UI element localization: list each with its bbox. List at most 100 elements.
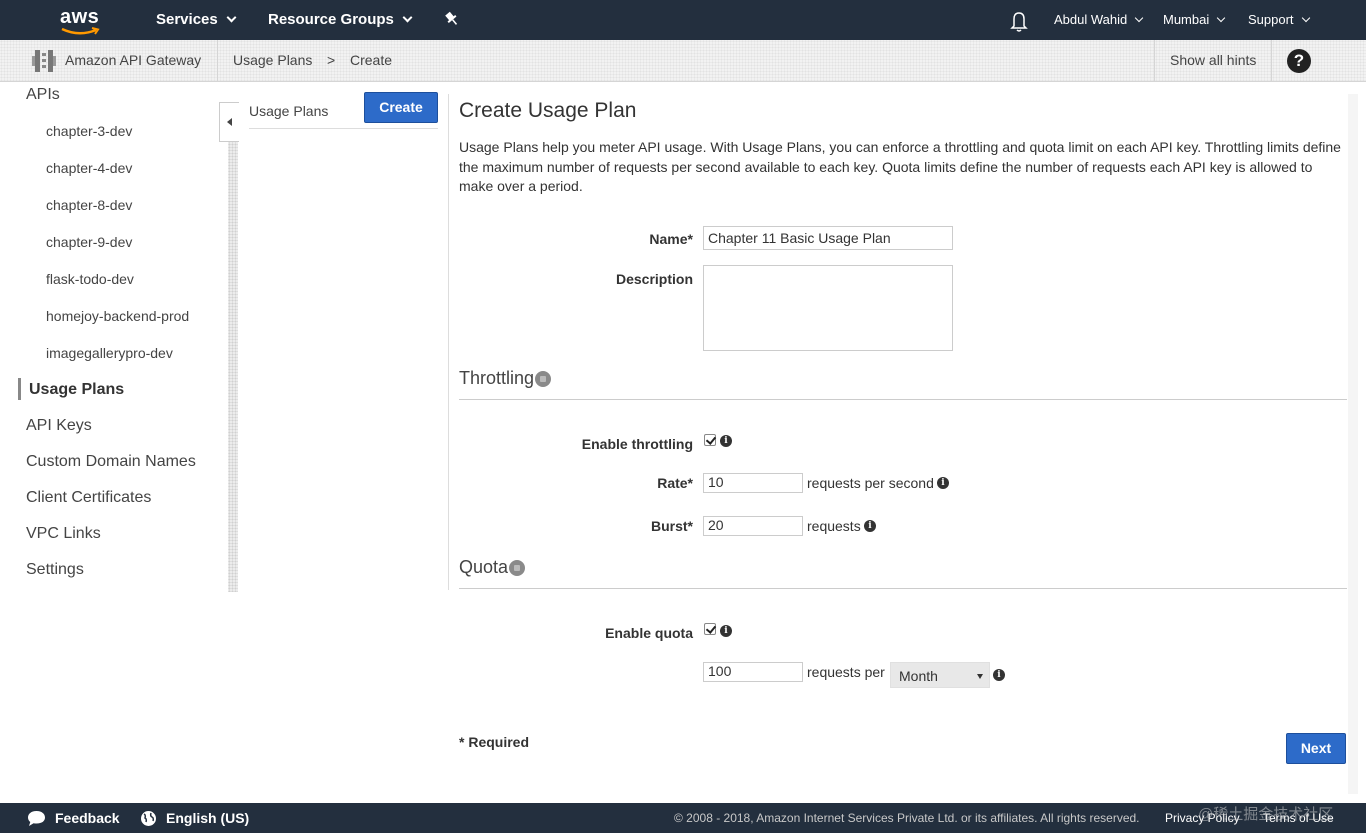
footer: Feedback English (US) © 2008 - 2018, Ama… <box>0 803 1366 833</box>
sidebar-api-flask-todo-dev[interactable]: flask-todo-dev <box>46 271 134 287</box>
copyright-text: © 2008 - 2018, Amazon Internet Services … <box>674 811 1140 825</box>
enable-throttling-label: Enable throttling <box>581 436 693 452</box>
rate-label: Rate* <box>657 475 693 491</box>
divider <box>1154 40 1155 81</box>
chevron-down-icon <box>402 12 413 23</box>
support-menu[interactable]: Support <box>1248 0 1310 40</box>
quota-unit: requests per <box>807 664 885 680</box>
burst-field[interactable] <box>703 516 803 536</box>
services-label: Services <box>156 11 218 28</box>
sidebar-api-chapter-9-dev[interactable]: chapter-9-dev <box>46 234 132 250</box>
rate-field[interactable] <box>703 473 803 493</box>
breadcrumb: Amazon API Gateway Usage Plans > Create … <box>0 40 1366 82</box>
user-name: Abdul Wahid <box>1054 12 1128 27</box>
divider <box>1271 40 1272 81</box>
enable-quota-checkbox[interactable] <box>704 623 716 635</box>
sidebar-item-usage-plans[interactable]: Usage Plans <box>29 381 124 399</box>
region-menu[interactable]: Mumbai <box>1163 0 1226 40</box>
language-selector[interactable]: English (US) <box>166 803 249 833</box>
top-nav: aws Services Resource Groups Abdul Wahid… <box>0 0 1366 40</box>
description-field[interactable] <box>703 265 953 351</box>
divider <box>217 40 218 81</box>
feedback-icon <box>28 811 45 826</box>
info-icon[interactable]: i <box>993 669 1005 681</box>
chevron-down-icon <box>1217 13 1226 23</box>
info-glyph: i <box>724 436 728 446</box>
pin-icon[interactable] <box>444 0 460 40</box>
divider <box>448 94 449 590</box>
aws-smile-icon <box>61 27 100 35</box>
aws-logo-text: aws <box>60 6 100 28</box>
watermark: @稀土掘金技术社区 <box>1198 806 1334 823</box>
active-indicator <box>18 378 21 400</box>
resource-groups-label: Resource Groups <box>268 11 394 28</box>
region-name: Mumbai <box>1163 12 1210 27</box>
help-glyph: ? <box>1293 51 1305 70</box>
burst-unit: requests <box>807 518 861 534</box>
collapse-icon[interactable] <box>509 560 526 576</box>
name-field[interactable] <box>703 226 953 250</box>
notifications-bell-icon[interactable] <box>1010 0 1028 40</box>
quota-limit-field[interactable] <box>703 662 803 682</box>
info-icon[interactable]: i <box>864 520 876 532</box>
support-label: Support <box>1248 12 1294 27</box>
page-description: Usage Plans help you meter API usage. Wi… <box>459 139 1341 194</box>
divider <box>459 588 1347 589</box>
sidebar-api-chapter-4-dev[interactable]: chapter-4-dev <box>46 160 132 176</box>
info-glyph: i <box>868 521 872 531</box>
description-label: Description <box>615 271 693 287</box>
enable-quota-label: Enable quota <box>605 625 693 641</box>
sidebar-api-chapter-3-dev[interactable]: chapter-3-dev <box>46 123 132 139</box>
show-all-hints-button[interactable]: Show all hints <box>1170 40 1256 81</box>
sidebar-item-api-keys[interactable]: API Keys <box>26 417 92 435</box>
breadcrumb-usage-plans[interactable]: Usage Plans <box>233 40 312 81</box>
throttling-section-title: Throttling <box>459 368 552 389</box>
quota-title-text: Quota <box>459 557 509 577</box>
resource-groups-menu[interactable]: Resource Groups <box>268 0 413 40</box>
info-icon[interactable]: i <box>720 435 732 447</box>
quota-section-title: Quota <box>459 557 526 578</box>
sidebar-item-vpc-links[interactable]: VPC Links <box>26 525 101 543</box>
sidebar-api-imagegallerypro-dev[interactable]: imagegallerypro-dev <box>46 345 173 361</box>
sidebar-item-client-certificates[interactable]: Client Certificates <box>26 489 151 507</box>
chevron-down-icon <box>977 674 983 679</box>
collapse-sidebar-button[interactable] <box>219 102 239 142</box>
aws-logo[interactable]: aws <box>58 4 104 36</box>
services-menu[interactable]: Services <box>156 0 237 40</box>
feedback-link[interactable]: Feedback <box>55 803 120 833</box>
chevron-down-icon <box>1301 13 1310 23</box>
sidebar-item-settings[interactable]: Settings <box>26 561 84 579</box>
quota-period-select[interactable]: Month <box>890 662 990 688</box>
chevron-left-icon <box>227 118 232 126</box>
create-button[interactable]: Create <box>364 92 438 123</box>
name-label: Name* <box>649 231 693 247</box>
sidebar-api-chapter-8-dev[interactable]: chapter-8-dev <box>46 197 132 213</box>
quota-period-value: Month <box>899 668 938 684</box>
info-glyph: i <box>997 670 1001 680</box>
sidebar-api-homejoy-backend-prod[interactable]: homejoy-backend-prod <box>46 308 189 324</box>
breadcrumb-service[interactable]: Amazon API Gateway <box>65 40 201 81</box>
info-icon[interactable]: i <box>720 625 732 637</box>
info-glyph: i <box>941 478 945 488</box>
chevron-down-icon <box>1134 13 1144 23</box>
enable-throttling-checkbox[interactable] <box>704 434 716 446</box>
collapse-icon[interactable] <box>535 371 552 387</box>
main-scrollbar[interactable] <box>1348 94 1358 794</box>
user-menu[interactable]: Abdul Wahid <box>1054 0 1144 40</box>
breadcrumb-current: Create <box>350 52 393 68</box>
sidebar-scrollbar[interactable] <box>228 140 238 592</box>
chevron-down-icon <box>226 12 237 23</box>
help-icon[interactable]: ? <box>1287 49 1311 73</box>
info-icon[interactable]: i <box>937 477 949 489</box>
rate-unit: requests per second <box>807 475 934 491</box>
divider <box>459 399 1347 400</box>
usage-plans-list-title: Usage Plans <box>249 103 329 119</box>
page-title: Create Usage Plan <box>459 99 637 122</box>
divider <box>249 128 438 129</box>
sidebar-item-custom-domain-names[interactable]: Custom Domain Names <box>26 453 196 471</box>
sidebar-apis-header[interactable]: APIs <box>26 86 60 104</box>
required-note: * Required <box>459 734 530 750</box>
burst-label: Burst* <box>650 518 693 534</box>
info-glyph: i <box>724 626 728 636</box>
next-button[interactable]: Next <box>1286 733 1346 764</box>
